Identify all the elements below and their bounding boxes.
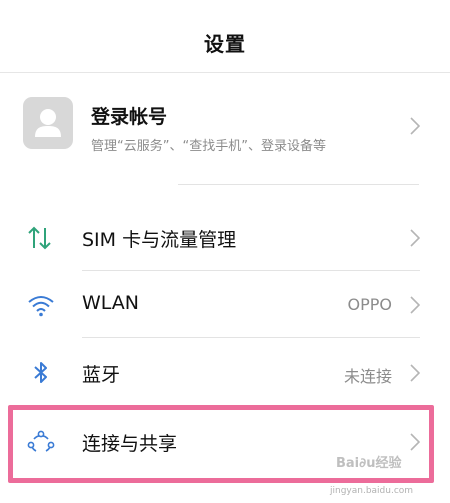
settings-item-label: SIM 卡与流量管理: [82, 229, 237, 251]
divider: [82, 337, 420, 338]
wlan-status: OPPO: [347, 295, 392, 314]
user-avatar-icon: [35, 109, 61, 137]
divider: [82, 270, 420, 271]
settings-item-label: WLAN: [82, 292, 140, 314]
bluetooth-icon: [34, 362, 47, 383]
bluetooth-status: 未连接: [343, 367, 392, 386]
account-subtitle: 管理“云服务”、“查找手机”、登录设备等: [91, 139, 326, 154]
watermark: Bai∂u经验: [336, 456, 402, 471]
header: 设置: [0, 0, 450, 73]
settings-item-label: 蓝牙: [82, 364, 121, 386]
chevron-right-icon: [410, 229, 420, 247]
chevron-right-icon: [410, 364, 420, 382]
settings-item-wlan[interactable]: WLAN OPPO: [0, 272, 450, 338]
settings-item-bluetooth[interactable]: 蓝牙 未连接: [0, 340, 450, 406]
sim-data-icon: [28, 226, 51, 250]
page-title: 设置: [204, 32, 246, 56]
highlight-box: [8, 405, 434, 483]
settings-item-sim[interactable]: SIM 卡与流量管理: [0, 205, 450, 271]
chevron-right-icon: [410, 296, 420, 314]
chevron-right-icon: [410, 117, 420, 135]
avatar: [23, 97, 73, 149]
watermark-url: jingyan.baidu.com: [330, 486, 414, 496]
account-login-row[interactable]: 登录帐号 管理“云服务”、“查找手机”、登录设备等: [0, 73, 450, 183]
account-title: 登录帐号: [91, 106, 168, 128]
divider: [178, 184, 419, 185]
wifi-icon: [28, 296, 54, 317]
